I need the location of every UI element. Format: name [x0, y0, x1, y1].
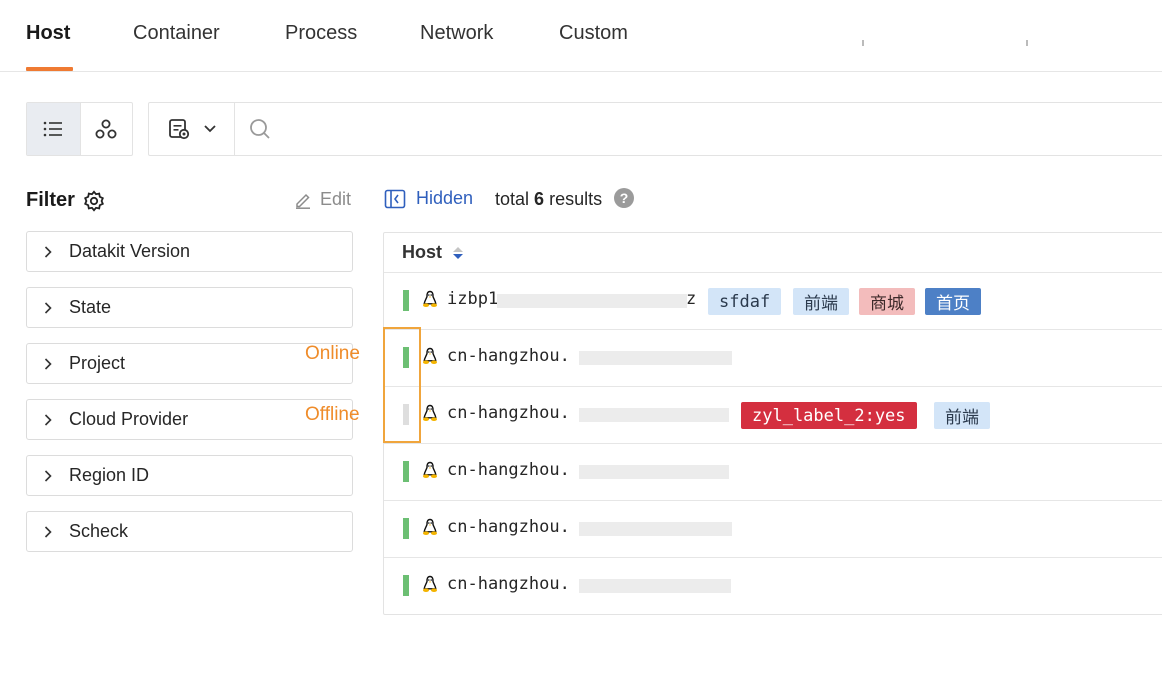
- chevron-right-icon: [27, 413, 69, 426]
- linux-icon: [422, 404, 438, 427]
- linux-icon: [422, 347, 438, 370]
- results-total: total 6 results: [495, 189, 602, 210]
- redacted-text: [579, 408, 729, 422]
- status-indicator: [403, 461, 409, 482]
- column-header-host: Host: [402, 242, 442, 262]
- list-icon: [43, 121, 63, 137]
- filter-item-datakit-version[interactable]: Datakit Version: [26, 231, 353, 272]
- linux-icon: [422, 290, 438, 313]
- filter-item-state[interactable]: State: [26, 287, 353, 328]
- host-name-tail: z: [686, 289, 697, 309]
- filter-edit-button[interactable]: Edit: [294, 189, 351, 210]
- redacted-text: [497, 294, 687, 308]
- query-doc-icon: [168, 119, 189, 140]
- redacted-text: [579, 351, 732, 365]
- status-indicator: [403, 518, 409, 539]
- table-row[interactable]: cn-hangzhou.: [384, 330, 1162, 387]
- total-prefix: total: [495, 189, 530, 209]
- table-row[interactable]: izbp1 z sfdaf 前端 商城 首页: [384, 273, 1162, 330]
- linux-icon: [422, 518, 438, 541]
- linux-icon: [422, 461, 438, 484]
- filter-title: Filter: [26, 189, 75, 211]
- host-name[interactable]: cn-hangzhou.: [447, 460, 570, 480]
- tab-overflow-mark: [862, 40, 864, 46]
- filter-item-region-id[interactable]: Region ID: [26, 455, 353, 496]
- help-icon[interactable]: ?: [614, 188, 634, 208]
- tab-custom[interactable]: Custom: [559, 22, 628, 45]
- tag-chip[interactable]: 前端: [793, 288, 849, 315]
- search-icon: [250, 119, 270, 139]
- filter-item-scheck[interactable]: Scheck: [26, 511, 353, 552]
- filter-item-label: Datakit Version: [69, 241, 191, 261]
- cluster-view-button[interactable]: [79, 103, 133, 155]
- status-indicator: [403, 575, 409, 596]
- chevron-right-icon: [27, 245, 69, 258]
- tag-chip[interactable]: 商城: [859, 288, 915, 315]
- host-name[interactable]: cn-hangzhou.: [447, 346, 570, 366]
- table-header: Host: [384, 233, 1162, 273]
- tab-overflow-mark: [1026, 40, 1028, 46]
- total-suffix: results: [549, 189, 603, 209]
- active-tab-indicator: [26, 67, 73, 71]
- filter-item-label: Region ID: [69, 465, 150, 485]
- status-indicator: [403, 290, 409, 311]
- hide-filter-button[interactable]: Hidden: [384, 188, 473, 209]
- top-tab-bar: Host Container Process Network Custom: [0, 0, 1162, 72]
- hidden-label: Hidden: [416, 188, 474, 208]
- list-view-button[interactable]: [27, 103, 80, 155]
- tab-process[interactable]: Process: [285, 22, 357, 45]
- redacted-text: [579, 522, 732, 536]
- redacted-text: [579, 465, 729, 479]
- tab-container[interactable]: Container: [133, 22, 220, 45]
- redacted-text: [579, 579, 731, 593]
- edit-label: Edit: [320, 189, 352, 209]
- host-name[interactable]: izbp1: [447, 289, 498, 309]
- pencil-icon: [296, 193, 310, 209]
- cluster-icon: [95, 119, 117, 139]
- filter-item-label: Scheck: [69, 521, 129, 541]
- search-icon-wrap: [235, 118, 285, 140]
- chevron-right-icon: [27, 469, 69, 482]
- gear-icon[interactable]: [83, 190, 105, 212]
- filter-item-cloud-provider[interactable]: Cloud Provider: [26, 399, 353, 440]
- tag-chip[interactable]: 首页: [925, 288, 981, 315]
- table-row[interactable]: cn-hangzhou.: [384, 501, 1162, 558]
- status-annotation-box: [383, 327, 421, 443]
- chevron-right-icon: [27, 357, 69, 370]
- view-toggle: [26, 102, 133, 156]
- tab-network[interactable]: Network: [420, 22, 493, 45]
- annotation-offline: Offline: [305, 404, 360, 425]
- linux-icon: [422, 575, 438, 598]
- tag-chip[interactable]: sfdaf: [708, 288, 782, 315]
- chevron-right-icon: [27, 525, 69, 538]
- search-input[interactable]: [285, 104, 1162, 154]
- host-name[interactable]: cn-hangzhou.: [447, 517, 570, 537]
- chevron-right-icon: [27, 301, 69, 314]
- filter-item-project[interactable]: Project: [26, 343, 353, 384]
- filter-item-label: Project: [69, 353, 126, 373]
- chevron-down-icon: [203, 125, 216, 133]
- search-mode-dropdown[interactable]: [149, 103, 235, 155]
- tab-host[interactable]: Host: [26, 22, 70, 45]
- filter-item-label: State: [69, 297, 112, 317]
- search-bar: [148, 102, 1162, 156]
- tag-chip[interactable]: 前端: [934, 402, 990, 429]
- table-row[interactable]: cn-hangzhou.: [384, 558, 1162, 615]
- total-count: 6: [534, 189, 545, 209]
- table-row[interactable]: cn-hangzhou.: [384, 444, 1162, 501]
- sort-icon[interactable]: [452, 245, 464, 261]
- table-row[interactable]: cn-hangzhou. zyl_label_2:yes 前端: [384, 387, 1162, 444]
- collapse-panel-icon: [384, 189, 406, 208]
- host-name[interactable]: cn-hangzhou.: [447, 403, 570, 423]
- host-table: Host izbp1 z sfdaf 前端 商城 首页 cn-hangzhou.…: [383, 232, 1162, 615]
- tag-chip[interactable]: zyl_label_2:yes: [741, 402, 917, 429]
- host-name[interactable]: cn-hangzhou.: [447, 574, 570, 594]
- filter-item-label: Cloud Provider: [69, 409, 189, 429]
- annotation-online: Online: [305, 343, 360, 364]
